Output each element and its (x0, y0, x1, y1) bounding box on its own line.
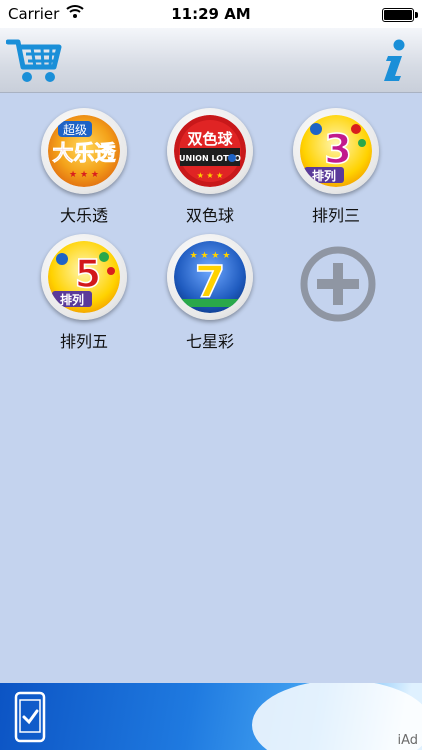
lottery-label: 七星彩 (185, 332, 234, 351)
pailiesan-logo-number: 3 (324, 127, 352, 173)
lottery-tile-shuangseqiu[interactable]: 双色球 UNION LOTTO ★ ★ ★ 双色球 (155, 104, 265, 234)
qixingcai-logo: ★ ★ ★ ★ 7 (167, 234, 253, 320)
pailiewu-logo-number: 5 (75, 252, 101, 296)
toolbar (0, 28, 422, 93)
status-bar: Carrier 11:29 AM (0, 0, 422, 28)
svg-text:★ ★ ★: ★ ★ ★ (69, 170, 99, 180)
svg-text:★ ★ ★: ★ ★ ★ (197, 171, 224, 180)
lottery-tile-pailiesan[interactable]: 3 排列 排列三 (281, 104, 391, 234)
clock: 11:29 AM (171, 5, 251, 23)
lottery-label: 排列三 (311, 206, 360, 225)
pailiesan-logo-text: 排列 (312, 168, 336, 183)
daletou-logo-main-text: 大乐透 (53, 141, 117, 165)
add-lottery-button[interactable] (298, 244, 378, 328)
lottery-tile-qixingcai[interactable]: ★ ★ ★ ★ 7 七星彩 (155, 230, 265, 360)
lottery-label: 大乐透 (59, 206, 108, 225)
phone-check-icon (14, 691, 46, 747)
lottery-tile-daletou[interactable]: 超级 大乐透 ★ ★ ★ 大乐透 (29, 104, 139, 234)
pailiesan-logo: 3 排列 (293, 108, 379, 194)
pailiewu-logo-text: 排列 (60, 292, 84, 307)
iad-label: iAd (397, 733, 418, 748)
pailiewu-logo: 5 排列 (41, 234, 127, 320)
battery-icon (382, 8, 418, 22)
lottery-label: 排列五 (59, 332, 108, 351)
plus-circle-icon (298, 246, 378, 328)
lottery-tile-pailiewu[interactable]: 5 排列 排列五 (29, 230, 139, 360)
lottery-label: 双色球 (185, 206, 234, 225)
info-icon[interactable] (380, 38, 410, 82)
shopping-cart-icon[interactable] (5, 34, 62, 86)
daletou-logo: 超级 大乐透 ★ ★ ★ (41, 108, 127, 194)
daletou-logo-top-text: 超级 (63, 122, 87, 137)
shuangseqiu-logo: 双色球 UNION LOTTO ★ ★ ★ (167, 108, 253, 194)
ad-banner[interactable]: iAd (0, 683, 422, 750)
shuangseqiu-logo-top-text: 双色球 (187, 130, 233, 148)
